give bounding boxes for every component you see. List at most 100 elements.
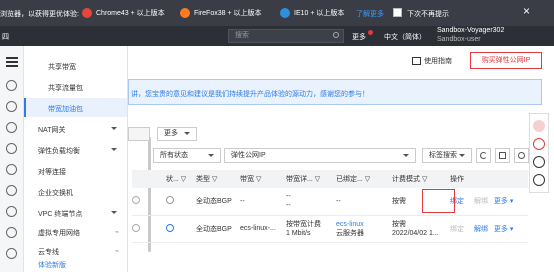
row-status [166, 215, 196, 243]
chevron-down-icon [184, 131, 190, 135]
ie-icon [280, 8, 290, 18]
chevron-down-icon [111, 211, 117, 214]
row-operations: 绑定 解绑 更多 ▾ [450, 188, 528, 216]
status-filter-select[interactable]: 所有状态 [153, 148, 221, 163]
select-column-header [132, 170, 166, 188]
refresh-button[interactable] [476, 148, 491, 163]
chevron-down-icon [111, 148, 117, 151]
row-operations: 绑定 解绑 更多 ▾ [450, 215, 528, 243]
bind-link[interactable]: 绑定 [450, 226, 464, 233]
col-bandwidth-detail[interactable]: 带宽详... ▽ [286, 170, 336, 188]
search-input[interactable]: 搜索 [228, 29, 344, 43]
sidebar-item-nat[interactable]: NAT网关 [38, 125, 65, 135]
more-menu-link[interactable]: 更多 ▾ [494, 198, 513, 205]
row-type: 全动态BGP [196, 188, 240, 216]
browser-firefox[interactable]: FireFox38 + 以上版本 [180, 8, 262, 18]
sidebar-item-direct-connect[interactable]: 云专线 [38, 247, 59, 257]
cloud-service-icon[interactable] [6, 101, 17, 112]
user-name: Sandbox-user [437, 36, 481, 43]
row-radio[interactable] [132, 223, 140, 232]
unbind-link[interactable]: 解绑 [474, 226, 488, 233]
row-bandwidth-detail: -- -- [286, 188, 336, 216]
language-switch[interactable]: 中文（简体） [384, 32, 426, 42]
row-radio[interactable] [132, 196, 140, 205]
row-bandwidth-detail: 按带宽计费 1 Mbit/s [286, 215, 336, 243]
account-name[interactable]: Sandbox-Voyager302 [437, 27, 504, 34]
table-header-row: 状... ▽ 类型 ▽ 带宽 ▽ 带宽详... ▽ 已绑定... ▽ 计费模式 … [132, 170, 528, 188]
search-icon [333, 32, 339, 38]
row-bandwidth: ecs-linux-... [240, 215, 286, 243]
settings-button[interactable] [514, 148, 529, 163]
feedback-banner: 讲，您宝贵的意见和建议是我们持续提升产品体验的源动力，感谢您的参与！ [128, 79, 542, 105]
region-crumb[interactable]: 四 [2, 32, 9, 42]
feedback-icon[interactable] [533, 120, 545, 132]
status-icon [166, 196, 174, 205]
field-filter-input[interactable]: 弹性公网IP [224, 148, 416, 163]
book-icon [412, 56, 421, 65]
settings-icon[interactable] [6, 227, 17, 238]
close-icon[interactable]: × [523, 4, 530, 18]
cloud-icon[interactable] [6, 80, 17, 91]
row-bandwidth: -- [240, 188, 286, 216]
row-select[interactable] [132, 215, 166, 243]
database-icon[interactable] [6, 185, 17, 196]
chevron-down-icon [459, 154, 465, 157]
status-icon [166, 223, 174, 232]
sidebar-item-shared-traffic[interactable]: 共享流量包 [48, 83, 83, 93]
help-icon[interactable] [533, 174, 545, 186]
table-row[interactable]: 全动态BGP ecs-linux-... 按带宽计费 1 Mbit/s ecs-l… [132, 215, 528, 243]
action-button-disabled[interactable] [128, 127, 150, 141]
sidebar-item-shared-bandwidth[interactable]: 共享带宽 [48, 62, 76, 72]
learn-more-link[interactable]: 了解更多 [356, 9, 384, 19]
header-more-menu[interactable]: 更多 [352, 32, 366, 42]
monitor-icon[interactable] [6, 206, 17, 217]
sidebar-item-bandwidth-addon[interactable]: 带宽加油包 [48, 104, 83, 114]
more-actions-button[interactable]: 更多 [157, 127, 197, 141]
storage-icon[interactable] [6, 143, 17, 154]
firefox-icon [180, 8, 190, 18]
col-status[interactable]: 状... ▽ [166, 170, 196, 188]
sidebar-item-vpn[interactable]: 虚拟专用网络 [38, 228, 80, 238]
unbind-link[interactable]: 解绑 [474, 198, 488, 205]
new-version-link[interactable]: 体验新版 [38, 260, 66, 270]
row-bound: ecs-linux 云服务器 [336, 215, 392, 243]
table-row[interactable]: 全动态BGP -- -- -- -- 按需 绑定 解绑 更多 ▾ [132, 188, 528, 216]
col-type[interactable]: 类型 ▽ [196, 170, 240, 188]
pin-icon[interactable]: ⌁ [115, 228, 119, 236]
tag-search-button[interactable]: 标签搜索 [422, 148, 472, 163]
tools-icon[interactable] [6, 248, 17, 259]
col-bandwidth[interactable]: 带宽 ▽ [240, 170, 286, 188]
pin-icon[interactable]: ⌁ [115, 247, 119, 255]
row-bound: -- [336, 188, 392, 216]
sidebar-item-vpc-endpoint[interactable]: VPC 终端节点 [38, 209, 82, 219]
export-icon [499, 152, 506, 159]
chevron-down-icon [403, 154, 409, 157]
more-menu-link[interactable]: 更多 ▾ [494, 226, 513, 233]
dont-remind-label: 下次不再提示 [407, 11, 449, 18]
chevron-down-icon [208, 154, 214, 157]
menu-icon[interactable] [6, 57, 18, 59]
sub-sidebar: 共享带宽 共享流量包 带宽加油包 NAT网关 弹性负载均衡 对等连接 企业交换机… [24, 46, 151, 272]
col-billing[interactable]: 计费模式 ▽ [392, 170, 450, 188]
buy-eip-button[interactable]: 购买弹性公网IP [470, 52, 542, 69]
security-icon[interactable] [6, 164, 17, 175]
dont-remind-checkbox[interactable] [393, 8, 402, 17]
browser-ie[interactable]: IE10 + 以上版本 [280, 8, 344, 18]
browser-chrome[interactable]: Chrome43 + 以上版本 [82, 8, 165, 18]
row-status [166, 188, 196, 216]
eip-table: 状... ▽ 类型 ▽ 带宽 ▽ 带宽详... ▽ 已绑定... ▽ 计费模式 … [132, 170, 528, 243]
export-button[interactable] [495, 148, 510, 163]
refresh-icon [480, 152, 487, 159]
headset-icon[interactable] [533, 156, 545, 168]
chevron-down-icon [111, 127, 117, 130]
col-bound[interactable]: 已绑定... ▽ [336, 170, 392, 188]
usage-guide-link[interactable]: 使用指南 [412, 53, 452, 68]
chat-icon[interactable] [533, 138, 545, 150]
col-operation: 操作 [450, 170, 528, 188]
network-icon[interactable] [6, 122, 17, 133]
row-select[interactable] [132, 188, 166, 216]
sidebar-item-switch[interactable]: 企业交换机 [38, 188, 73, 198]
floating-toolbar [529, 113, 549, 193]
sidebar-item-elb[interactable]: 弹性负载均衡 [38, 146, 80, 156]
sidebar-item-peering[interactable]: 对等连接 [38, 167, 66, 177]
